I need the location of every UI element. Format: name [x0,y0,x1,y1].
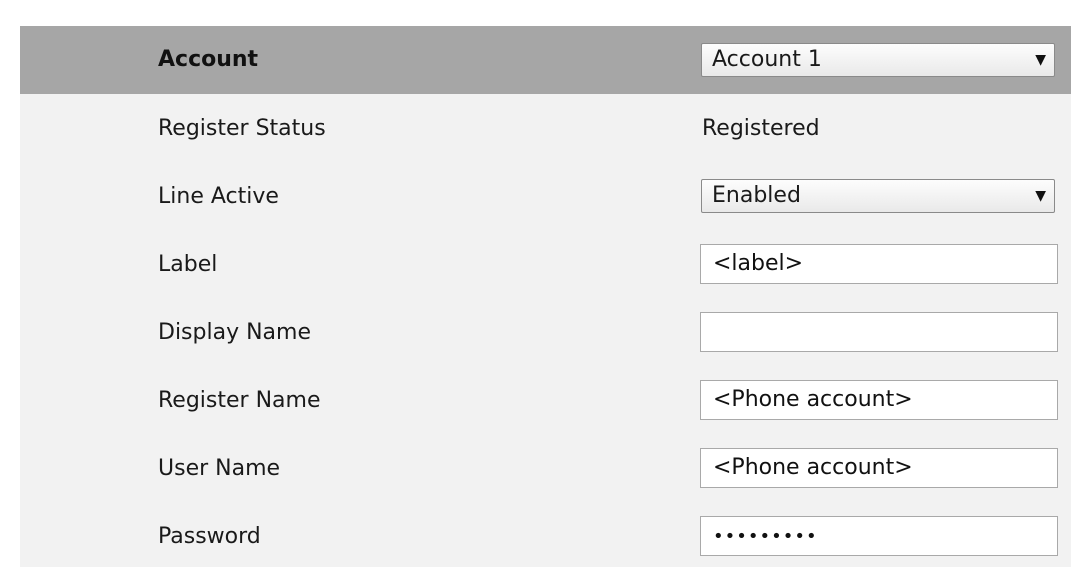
register-name-label: Register Name [158,388,321,413]
display-name-input[interactable] [700,312,1058,352]
user-name-input[interactable]: <Phone account> [700,448,1058,488]
account-select-value: Account 1 [712,47,822,72]
password-input[interactable]: ••••••••• [700,516,1058,556]
chevron-down-icon: ▼ [1035,52,1046,68]
chevron-down-icon: ▼ [1035,188,1046,204]
password-label: Password [158,524,261,549]
user-name-input-value: <Phone account> [713,455,913,480]
account-select[interactable]: Account 1 ▼ [701,43,1055,77]
line-active-select-value: Enabled [712,183,801,208]
label-field-label: Label [158,252,218,277]
line-active-select[interactable]: Enabled ▼ [701,179,1055,213]
line-active-label: Line Active [158,184,279,209]
account-settings-panel: Account Account 1 ▼ Register Status Regi… [20,26,1071,567]
register-status-label: Register Status [158,116,326,141]
password-input-value: ••••••••• [713,526,818,547]
user-name-label: User Name [158,456,281,481]
label-input[interactable]: <label> [700,244,1058,284]
account-header-bar: Account Account 1 ▼ [20,26,1071,94]
label-input-value: <label> [713,251,804,276]
register-name-input-value: <Phone account> [713,387,913,412]
display-name-label: Display Name [158,320,311,345]
register-status-value: Registered [702,116,820,141]
register-name-input[interactable]: <Phone account> [700,380,1058,420]
account-header-label: Account [158,47,259,72]
